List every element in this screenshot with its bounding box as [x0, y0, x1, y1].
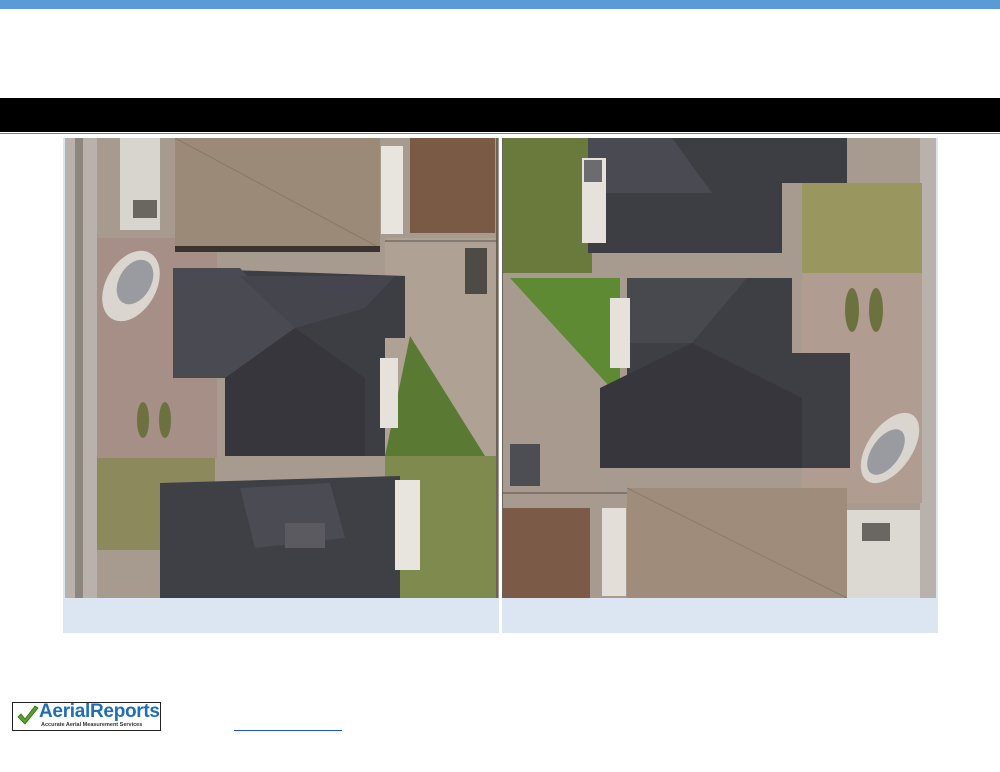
page-title-bar	[0, 98, 1000, 134]
panel-divider	[499, 138, 502, 633]
aerial-image-figure	[63, 138, 938, 633]
aerial-reports-logo: AerialReports Accurate Aerial Measuremen…	[12, 702, 161, 731]
checkmark-icon	[17, 705, 39, 725]
top-accent-stripe	[0, 0, 1000, 9]
caption-left	[63, 600, 499, 633]
aerial-photo-left	[65, 138, 499, 598]
logo-tagline: Accurate Aerial Measurement Services	[41, 722, 143, 728]
footer-website-link[interactable]	[234, 716, 342, 731]
caption-right	[502, 600, 938, 633]
logo-wordmark: AerialReports	[39, 702, 160, 722]
aerial-photo-right	[502, 138, 936, 598]
